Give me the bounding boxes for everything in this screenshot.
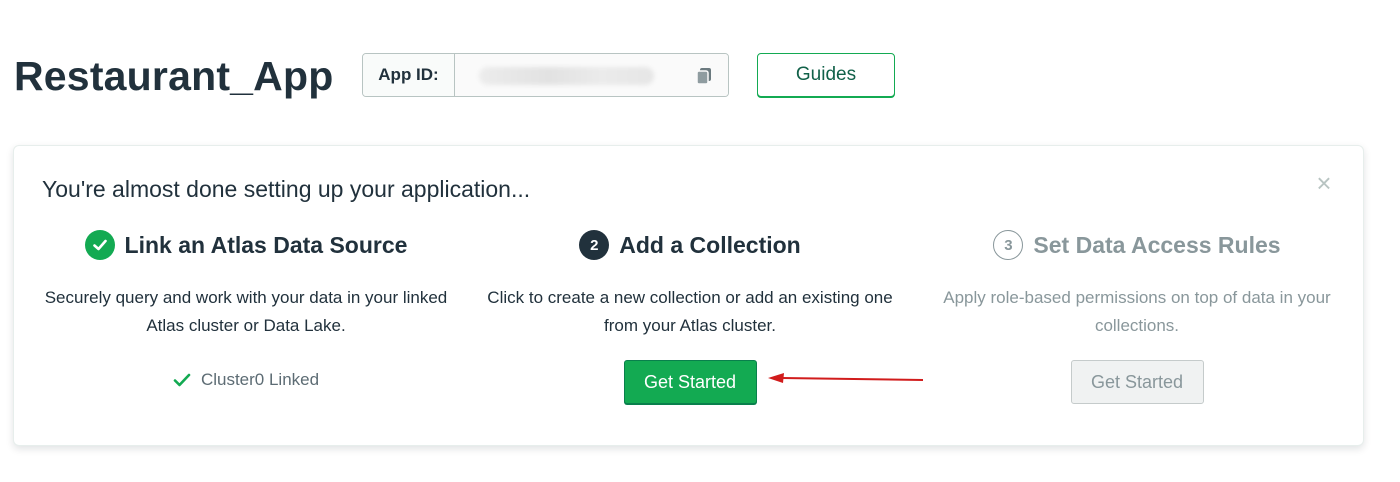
step-header: Link an Atlas Data Source — [36, 228, 456, 262]
setup-card-title: You're almost done setting up your appli… — [42, 176, 531, 202]
step-title: Add a Collection — [619, 231, 801, 258]
get-started-button[interactable]: Get Started — [623, 360, 757, 404]
app-title: Restaurant_App — [14, 53, 334, 99]
guides-button[interactable]: Guides — [757, 53, 895, 97]
check-icon — [173, 373, 191, 387]
step-description: Click to create a new collection or add … — [487, 288, 893, 335]
step-description: Apply role-based permissions on top of d… — [943, 288, 1331, 335]
step-title: Link an Atlas Data Source — [124, 231, 408, 258]
get-started-disabled-button: Get Started — [1070, 360, 1204, 404]
app-id-field: App ID: — [362, 53, 729, 97]
step-number-badge: 3 — [993, 230, 1024, 260]
step-header: 2 Add a Collection — [480, 228, 900, 262]
step-add-collection: 2 Add a Collection Click to create a new… — [480, 228, 900, 404]
copy-icon[interactable] — [694, 66, 714, 86]
close-icon[interactable]: × — [1315, 170, 1333, 196]
app-id-label: App ID: — [363, 54, 455, 96]
check-circle-icon — [84, 230, 115, 260]
app-id-value[interactable] — [455, 54, 728, 96]
step-description: Securely query and work with your data i… — [44, 288, 448, 335]
linked-status: Cluster0 Linked — [36, 370, 456, 390]
setup-card: You're almost done setting up your appli… — [13, 145, 1364, 446]
step-link-data-source: Link an Atlas Data Source Securely query… — [36, 228, 456, 390]
linked-status-text: Cluster0 Linked — [200, 370, 320, 389]
step-number-badge: 2 — [579, 230, 610, 260]
step-title: Set Data Access Rules — [1033, 231, 1281, 258]
page: Restaurant_App App ID: Guides You're alm… — [0, 0, 1400, 482]
step-set-access-rules: 3 Set Data Access Rules Apply role-based… — [927, 228, 1347, 404]
app-id-redacted-value — [479, 67, 654, 85]
step-header: 3 Set Data Access Rules — [927, 228, 1347, 262]
